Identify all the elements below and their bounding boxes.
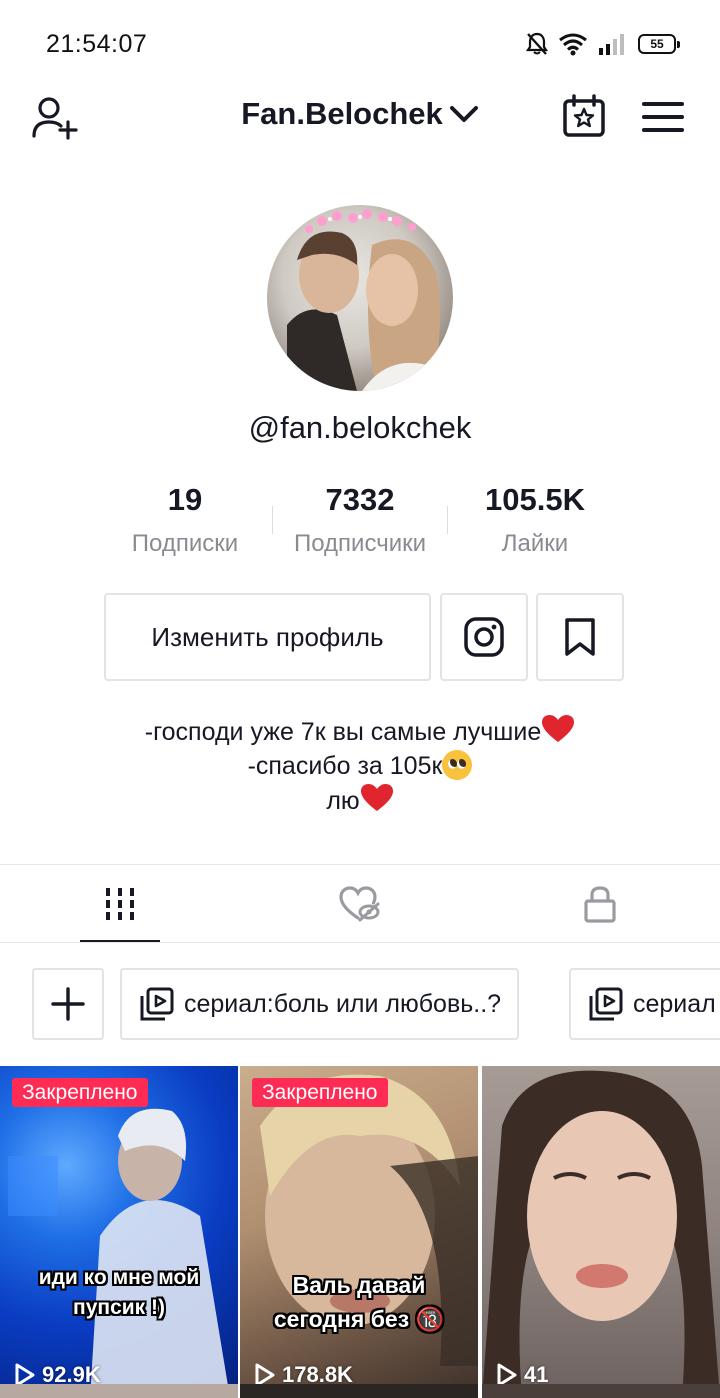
favorites-button[interactable] [536,593,624,681]
profile-username: @fan.belokchek [248,410,472,445]
instagram-button[interactable] [440,593,528,681]
likes-label: Лайки [501,530,569,557]
bell-muted-icon [526,32,548,55]
video-thumbnail-image [482,1066,720,1398]
tab-private[interactable] [480,865,720,943]
signal-icon [599,34,624,55]
hamburger-menu-icon[interactable] [642,100,684,134]
plus-icon [51,987,85,1021]
next-row-thumbnails [0,1384,720,1398]
video-caption: иди ко мне мой пупсик !) [38,1266,200,1319]
video-caption: Валь давай сегодня без 🔞 [273,1272,445,1332]
tabs-divider [0,942,720,943]
video-thumbnail[interactable]: Закреплено иди ко мне мой пупсик !) 92.9… [0,1066,238,1398]
chevron-down-icon [449,106,478,122]
status-icons: 55 [526,30,680,58]
playlist-chip[interactable]: сериал [569,968,720,1040]
add-playlist-button[interactable] [32,968,104,1040]
avatar[interactable] [267,205,453,391]
video-thumbnail-image [240,1066,478,1398]
video-thumbnail[interactable]: Закреплено Валь давай сегодня без 🔞 178.… [240,1066,478,1398]
playlist-label: сериал [633,989,716,1018]
profile-tabs [0,865,720,943]
red-heart-emoji [360,784,393,811]
battery-icon: 55 [638,34,680,54]
stat-following[interactable]: 19 Подписки [95,482,275,558]
liked-hidden-icon [339,886,380,922]
calendar-star-icon[interactable] [562,94,606,138]
playlist-icon [589,987,623,1021]
status-time: 21:54:07 [46,30,148,58]
pleading-face-emoji [442,750,473,780]
instagram-icon [464,617,504,657]
profile-header: Fan.Belochek [0,88,720,148]
video-3-art [482,1070,720,1398]
video-thumbnail[interactable] [482,1384,720,1398]
video-2-art [260,1074,478,1366]
following-label: Подписки [131,530,239,557]
profile-stats: 19 Подписки 7332 Подписчики 105.5K Лайки [0,482,720,562]
private-lock-icon [584,886,616,923]
bookmark-icon [565,618,595,656]
avatar-photo [287,209,442,391]
video-1-art [8,1108,230,1398]
bio-line-2: -спасибо за 105к [0,749,720,783]
video-thumbnail[interactable]: 41 [482,1066,720,1398]
following-count: 19 [167,482,203,517]
stat-likes[interactable]: 105.5K Лайки [445,482,625,558]
followers-label: Подписчики [293,530,427,557]
video-thumbnail-image [0,1066,238,1398]
videos-grid-icon [106,888,134,920]
red-heart-emoji [542,715,575,742]
likes-count: 105.5K [485,482,585,517]
playlist-chip[interactable]: сериал:боль или любовь..? [120,968,520,1040]
playlist-label: сериал:боль или любовь..? [184,989,502,1018]
playlist-icon [140,987,174,1021]
followers-count: 7332 [325,482,395,517]
account-name: Fan.Belochek [241,96,443,131]
profile-bio: -господи уже 7к вы самые лучшие -спасибо… [0,714,720,818]
playlist-row: сериал:боль или любовь..? сериал [0,968,720,1040]
bio-line-1: -господи уже 7к вы самые лучшие [0,714,720,749]
tab-videos[interactable] [0,865,240,943]
pinned-badge: Закреплено [252,1078,388,1107]
stat-followers[interactable]: 7332 Подписчики [270,482,450,558]
account-switcher[interactable]: Fan.Belochek [0,96,720,132]
bio-line-3: лю [0,783,720,818]
video-grid: Закреплено иди ко мне мой пупсик !) 92.9… [0,1066,720,1398]
status-bar: 21:54:07 55 [0,0,720,88]
video-thumbnail[interactable] [240,1384,478,1398]
wifi-icon [559,33,587,56]
edit-profile-button[interactable]: Изменить профиль [104,593,431,681]
pinned-badge: Закреплено [12,1078,148,1107]
video-thumbnail[interactable] [0,1384,238,1398]
tab-liked[interactable] [240,865,480,943]
